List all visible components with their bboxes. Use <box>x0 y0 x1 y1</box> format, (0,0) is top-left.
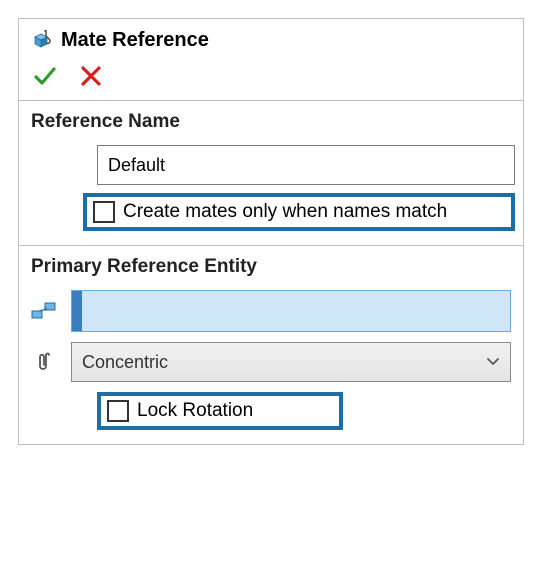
mate-type-dropdown[interactable]: Concentric <box>71 342 511 382</box>
ok-button[interactable] <box>33 64 57 88</box>
create-mates-label: Create mates only when names match <box>123 201 447 223</box>
action-row <box>31 64 511 88</box>
cancel-button[interactable] <box>79 64 103 88</box>
lock-rotation-label: Lock Rotation <box>137 400 253 422</box>
primary-reference-section: Primary Reference Entity C <box>19 246 523 444</box>
mate-reference-icon <box>31 30 53 52</box>
paperclip-icon <box>31 351 59 373</box>
panel-header: Mate Reference <box>19 19 523 101</box>
mate-type-row: Concentric <box>31 342 511 382</box>
entity-select-icon <box>31 300 59 322</box>
create-mates-checkbox[interactable] <box>93 201 115 223</box>
primary-reference-title: Primary Reference Entity <box>31 256 511 278</box>
lock-rotation-checkbox[interactable] <box>107 400 129 422</box>
entity-selection-input[interactable] <box>71 290 511 332</box>
entity-selection-cursor <box>72 291 82 331</box>
panel-title: Mate Reference <box>61 29 209 52</box>
reference-name-title: Reference Name <box>31 111 511 133</box>
title-row: Mate Reference <box>31 29 511 52</box>
chevron-down-icon <box>486 357 500 367</box>
entity-selection-row <box>31 290 511 332</box>
create-mates-highlight: Create mates only when names match <box>83 193 515 231</box>
reference-name-input[interactable] <box>97 145 515 185</box>
mate-reference-panel: Mate Reference Reference Name Create mat… <box>18 18 524 445</box>
reference-name-section: Reference Name Create mates only when na… <box>19 101 523 246</box>
mate-type-selected: Concentric <box>82 352 168 373</box>
lock-rotation-highlight: Lock Rotation <box>97 392 343 430</box>
